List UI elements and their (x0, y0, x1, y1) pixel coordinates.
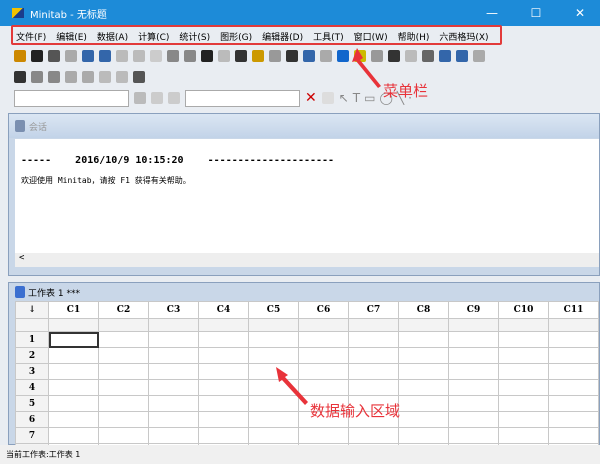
annotation-arrows (276, 48, 381, 405)
data-area-annotation: 数据输入区域 (310, 402, 401, 420)
menu-arrow-icon (352, 48, 381, 88)
data-arrow-icon (276, 367, 308, 405)
menu-annotation: 菜单栏 (383, 82, 429, 100)
